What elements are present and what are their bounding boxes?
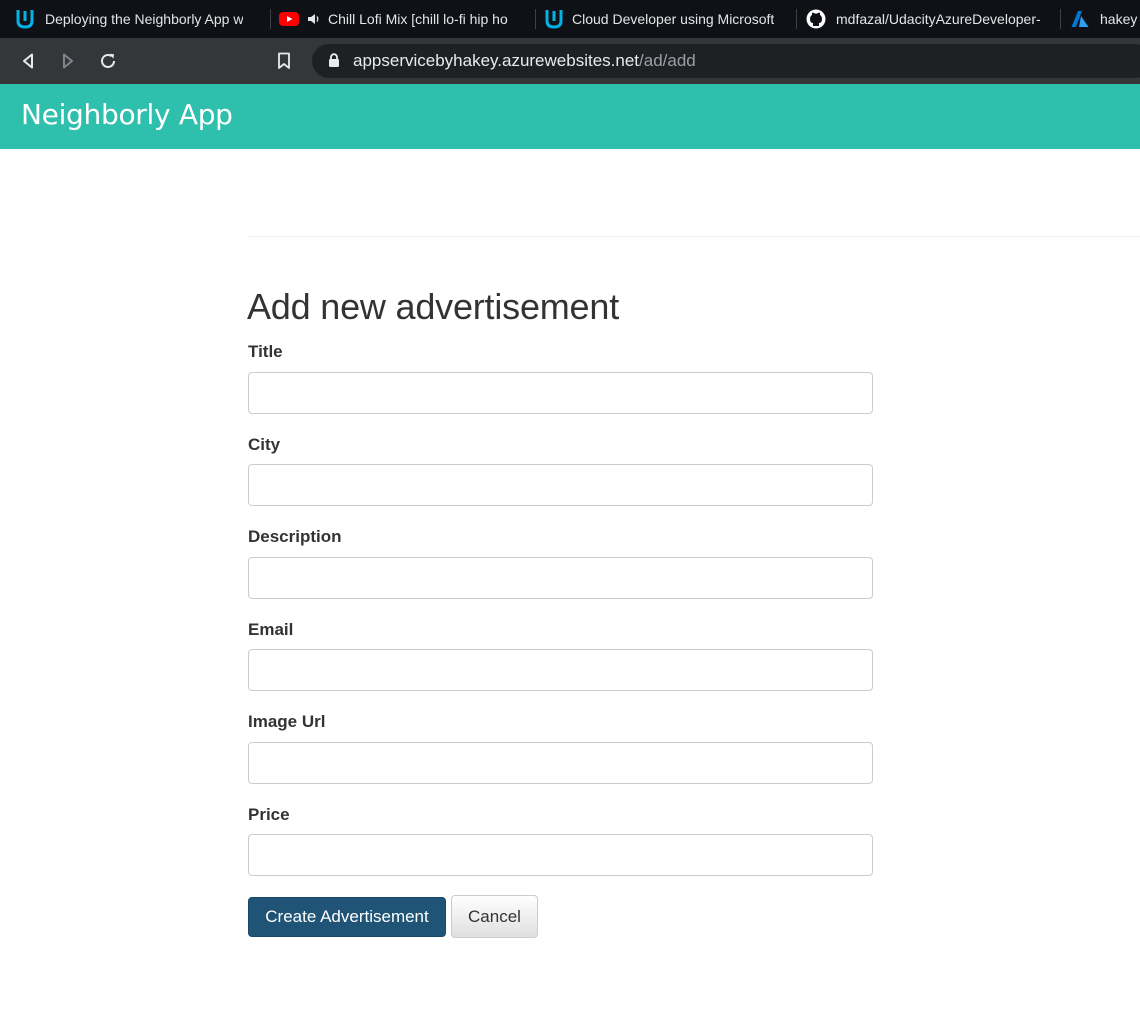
url-host: appservicebyhakey.azurewebsites.net <box>353 51 640 70</box>
tab-title: mdfazal/UdacityAzureDeveloper- <box>836 11 1041 27</box>
price-label: Price <box>248 805 290 824</box>
image-url-label: Image Url <box>248 712 326 731</box>
tab-cloud-developer[interactable]: Cloud Developer using Microsoft <box>543 0 791 38</box>
back-button[interactable] <box>16 49 40 73</box>
tab-separator <box>1060 9 1061 29</box>
url-text: appservicebyhakey.azurewebsites.net/ad/a… <box>353 44 696 78</box>
page-title: Add new advertisement <box>247 286 620 327</box>
browser-toolbar: appservicebyhakey.azurewebsites.net/ad/a… <box>0 38 1140 84</box>
city-label: City <box>248 435 281 454</box>
price-input[interactable] <box>248 834 873 876</box>
brand-link[interactable]: Neighborly App <box>21 98 233 131</box>
youtube-icon <box>279 12 299 26</box>
tab-separator <box>796 9 797 29</box>
tab-separator <box>535 9 536 29</box>
tab-azure[interactable]: hakey <box>1071 0 1140 38</box>
tab-title: Deploying the Neighborly App w <box>45 11 244 27</box>
description-input[interactable] <box>248 557 873 599</box>
url-path: /ad/add <box>639 51 696 70</box>
app-navbar: Neighborly App <box>0 84 1140 149</box>
lock-icon <box>328 53 340 73</box>
address-bar[interactable]: appservicebyhakey.azurewebsites.net/ad/a… <box>312 44 1140 78</box>
bookmark-icon <box>278 52 290 69</box>
tab-github-repo[interactable]: mdfazal/UdacityAzureDeveloper- <box>806 0 1056 38</box>
city-input[interactable] <box>248 464 873 506</box>
tab-title: Cloud Developer using Microsoft <box>572 11 775 27</box>
browser-tab-strip: Deploying the Neighborly App w Chill Lof… <box>0 0 1140 38</box>
tab-title: Chill Lofi Mix [chill lo-fi hip ho <box>328 11 508 27</box>
reload-icon <box>101 53 115 68</box>
title-input[interactable] <box>248 372 873 414</box>
create-advertisement-button[interactable]: Create Advertisement <box>248 897 446 937</box>
udacity-icon <box>14 8 36 30</box>
forward-button[interactable] <box>56 49 80 73</box>
tab-chill-lofi[interactable]: Chill Lofi Mix [chill lo-fi hip ho <box>279 0 531 38</box>
email-label: Email <box>248 620 294 639</box>
speaker-icon[interactable] <box>307 12 321 26</box>
tab-separator <box>270 9 271 29</box>
github-icon <box>806 9 826 29</box>
title-label: Title <box>248 342 283 361</box>
forward-arrow-icon <box>63 53 73 69</box>
cancel-button[interactable]: Cancel <box>451 895 538 938</box>
bookmark-button[interactable] <box>272 49 296 73</box>
email-input[interactable] <box>248 649 873 691</box>
azure-icon <box>1071 10 1089 28</box>
udacity-icon <box>543 8 565 30</box>
reload-button[interactable] <box>96 49 120 73</box>
image-url-input[interactable] <box>248 742 873 784</box>
back-arrow-icon <box>23 53 33 69</box>
description-label: Description <box>248 527 342 546</box>
tab-title: hakey <box>1100 11 1138 27</box>
horizontal-divider <box>248 236 1140 237</box>
tab-deploying-neighborly[interactable]: Deploying the Neighborly App w <box>14 0 266 38</box>
